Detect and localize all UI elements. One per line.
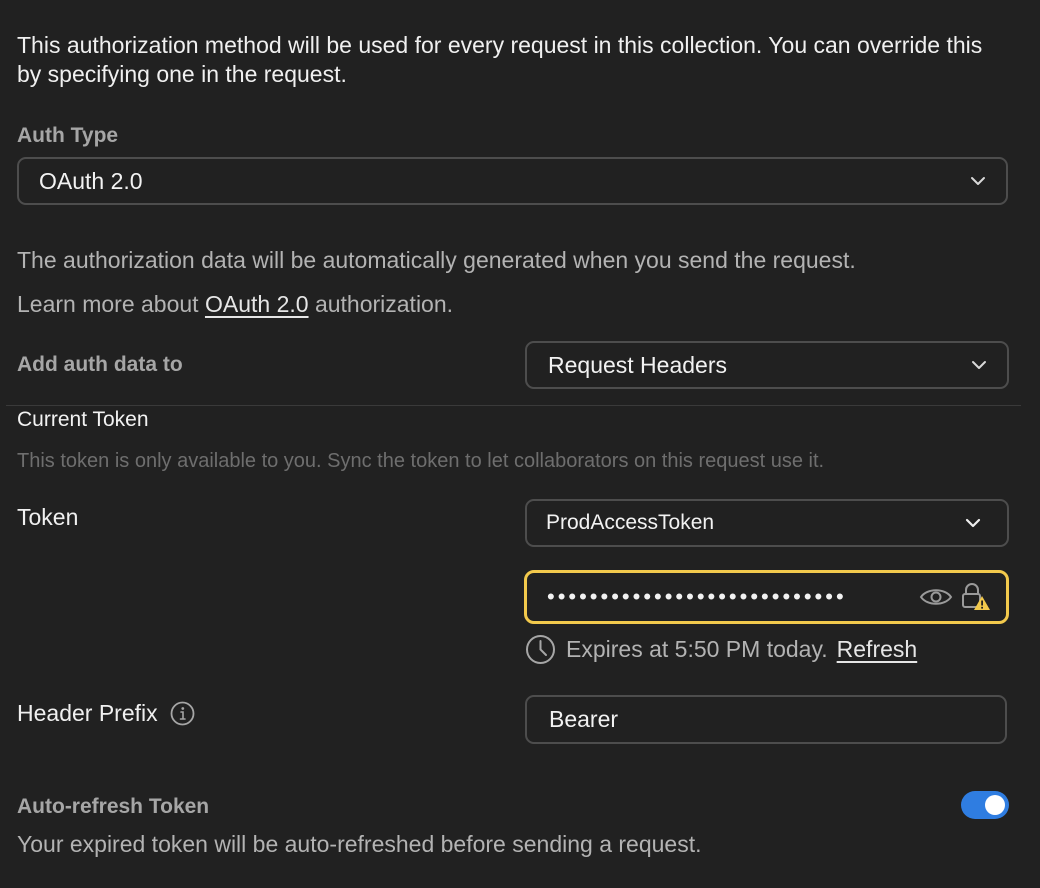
lock-warning-icon[interactable] — [958, 579, 994, 615]
auth-settings-panel: This authorization method will be used f… — [0, 0, 1040, 888]
token-expiry-row: Expires at 5:50 PM today. Refresh — [525, 634, 917, 665]
current-token-title: Current Token — [17, 408, 149, 431]
toggle-knob — [985, 795, 1005, 815]
expires-text: Expires at 5:50 PM today. — [566, 636, 828, 662]
auto-refresh-description: Your expired token will be auto-refreshe… — [17, 831, 702, 857]
auto-refresh-toggle[interactable] — [961, 791, 1009, 819]
token-select-value: ProdAccessToken — [546, 511, 715, 534]
chevron-down-icon — [969, 355, 989, 375]
header-prefix-value: Bearer — [549, 706, 619, 732]
oauth-docs-link[interactable]: OAuth 2.0 — [205, 291, 309, 317]
auth-type-label: Auth Type — [17, 124, 119, 147]
learn-more-prefix: Learn more about — [17, 291, 199, 317]
token-label: Token — [17, 504, 79, 530]
auth-type-value: OAuth 2.0 — [39, 167, 143, 194]
add-auth-select[interactable]: Request Headers — [525, 341, 1009, 389]
token-masked-value: •••••••••••••••••••••••••••• — [547, 584, 847, 609]
add-auth-label: Add auth data to — [17, 353, 183, 376]
add-auth-value: Request Headers — [548, 351, 727, 378]
token-value-input[interactable]: •••••••••••••••••••••••••••• — [524, 570, 1009, 624]
clock-icon — [525, 634, 556, 665]
chevron-down-icon — [963, 513, 983, 533]
header-prefix-input[interactable]: Bearer — [525, 695, 1007, 744]
header-prefix-label-row: Header Prefix — [17, 700, 195, 727]
auth-type-select[interactable]: OAuth 2.0 — [17, 157, 1008, 205]
refresh-token-link[interactable]: Refresh — [837, 636, 918, 663]
current-token-hint: This token is only available to you. Syn… — [17, 450, 825, 472]
token-select[interactable]: ProdAccessToken — [525, 499, 1009, 547]
auto-refresh-label: Auto-refresh Token — [17, 795, 210, 818]
header-prefix-label: Header Prefix — [17, 700, 158, 726]
info-icon[interactable] — [170, 701, 195, 726]
section-divider — [6, 405, 1021, 406]
auth-info-text: The authorization data will be automatic… — [17, 247, 856, 273]
eye-icon[interactable] — [918, 579, 954, 615]
chevron-down-icon — [968, 171, 988, 191]
intro-text: This authorization method will be used f… — [17, 32, 983, 87]
learn-more-line: Learn more about OAuth 2.0 authorization… — [17, 291, 453, 318]
learn-more-suffix: authorization. — [314, 291, 454, 317]
